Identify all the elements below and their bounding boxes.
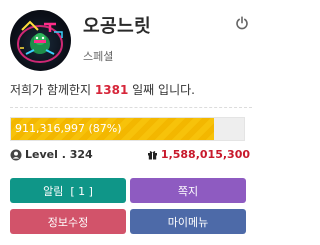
divider bbox=[10, 107, 252, 108]
power-icon bbox=[236, 16, 248, 30]
welcome-message: 저희가 함께한지 1381 일째 입니다. bbox=[10, 81, 195, 98]
welcome-days: 1381 bbox=[94, 83, 129, 97]
member-widget: 오공느릿 스페셜 저희가 함께한지 1381 일째 입니다. 911,316,9… bbox=[0, 0, 262, 245]
level-label: Level . 324 bbox=[25, 148, 93, 161]
logout-button[interactable] bbox=[235, 15, 249, 30]
neon-sign-image bbox=[17, 20, 63, 63]
welcome-prefix: 저희가 함께한지 bbox=[10, 83, 95, 97]
exp-progress-label: 911,316,997 (87%) bbox=[15, 122, 122, 135]
points-info: 1,588,015,300 bbox=[147, 148, 250, 161]
avatar[interactable] bbox=[10, 10, 71, 71]
alarm-button[interactable]: 알림 [ 1 ] bbox=[10, 178, 126, 203]
my-menu-button[interactable]: 마이메뉴 bbox=[130, 209, 246, 234]
user-circle-icon bbox=[10, 149, 22, 160]
level-info: Level . 324 bbox=[10, 148, 93, 161]
profile-name: 오공느릿 bbox=[83, 16, 152, 37]
profile-rank: 스페셜 bbox=[83, 50, 114, 63]
gift-icon bbox=[147, 151, 157, 160]
points-value: 1,588,015,300 bbox=[160, 148, 250, 161]
edit-profile-button[interactable]: 정보수정 bbox=[10, 209, 126, 234]
memo-button[interactable]: 쪽지 bbox=[130, 178, 246, 203]
welcome-suffix: 일째 입니다. bbox=[128, 83, 195, 97]
exp-progress-bar: 911,316,997 (87%) bbox=[10, 117, 245, 141]
